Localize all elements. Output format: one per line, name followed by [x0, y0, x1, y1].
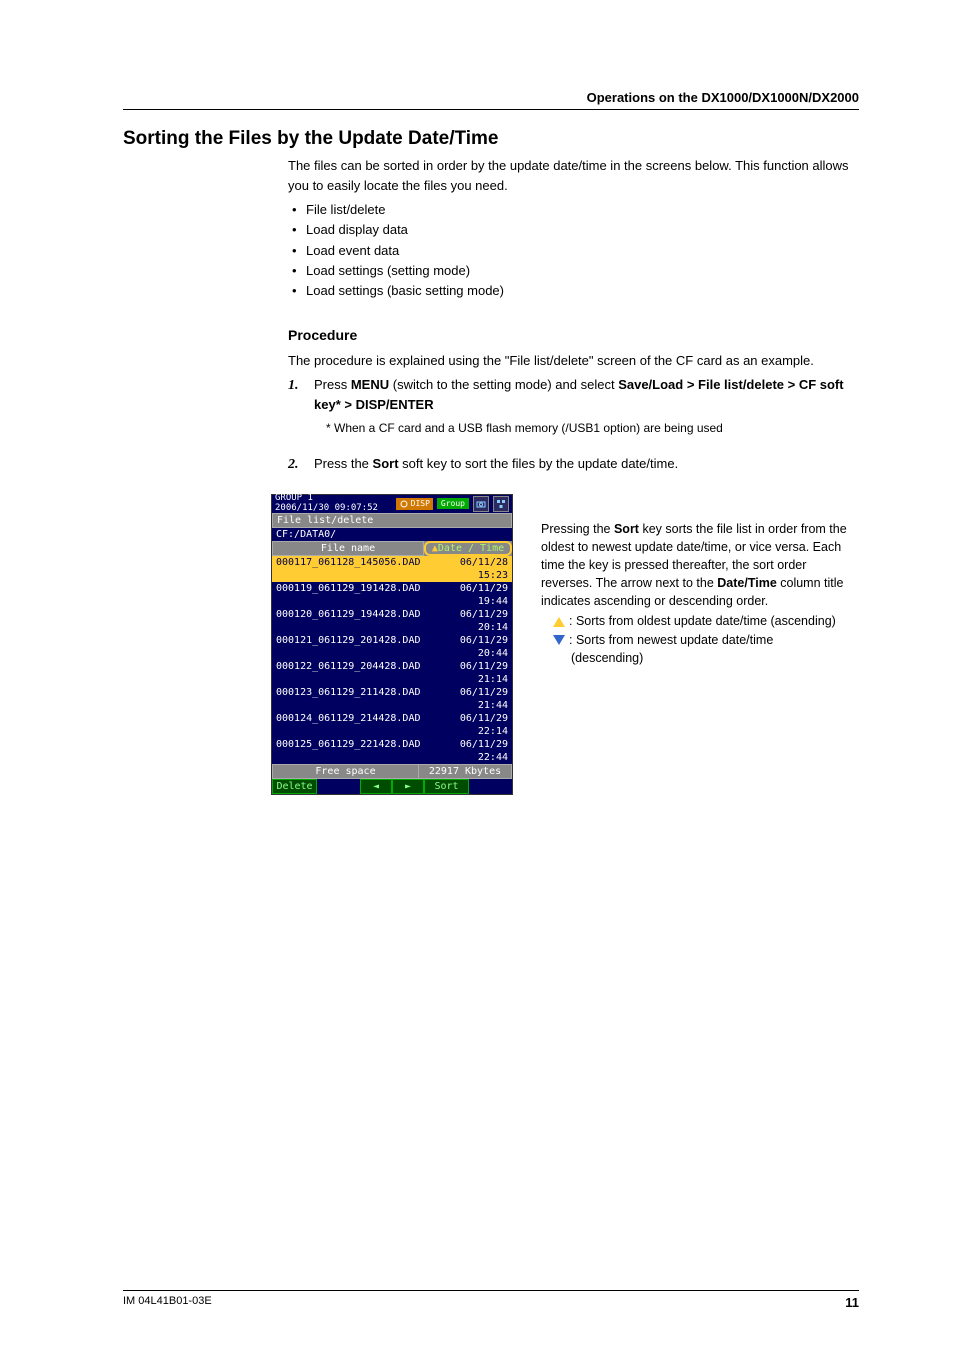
- device-softkeys: Delete ◄ ► Sort: [272, 779, 512, 794]
- device-titlebar: GROUP 1 2006/11/30 09:07:52 DISP Group: [272, 495, 512, 513]
- explanation-text: Pressing the Sort key sorts the file lis…: [541, 494, 859, 667]
- device-table: 000117_061128_145056.DAD06/11/28 15:23 0…: [272, 556, 512, 764]
- bullet-item: Load settings (basic setting mode): [306, 281, 859, 301]
- step-number: 2.: [288, 454, 299, 476]
- camera-icon[interactable]: [473, 496, 489, 512]
- footer-doc-id: IM 04L41B01-03E: [123, 1295, 212, 1310]
- device-path: CF:/DATA0/: [272, 528, 512, 541]
- device-screenshot: GROUP 1 2006/11/30 09:07:52 DISP Group F…: [271, 494, 513, 795]
- disp-tag[interactable]: DISP: [396, 498, 433, 510]
- network-icon[interactable]: [493, 496, 509, 512]
- softkey-left[interactable]: ◄: [360, 779, 392, 794]
- step-2: 2. Press the Sort soft key to sort the f…: [288, 454, 859, 474]
- procedure-intro: The procedure is explained using the "Fi…: [288, 351, 859, 371]
- spiral-icon: [399, 499, 409, 509]
- triangle-down-icon: [553, 635, 565, 645]
- device-screen-title: File list/delete: [272, 513, 512, 528]
- device-datetime: 2006/11/30 09:07:52: [275, 503, 378, 513]
- table-row[interactable]: 000121_061129_201428.DAD06/11/29 20:44: [272, 634, 512, 660]
- step-1: 1. Press MENU (switch to the setting mod…: [288, 375, 859, 438]
- table-row[interactable]: 000124_061129_214428.DAD06/11/29 22:14: [272, 712, 512, 738]
- section-heading: Sorting the Files by the Update Date/Tim…: [123, 128, 859, 150]
- col-filename[interactable]: File name: [272, 541, 424, 556]
- softkey-delete[interactable]: Delete: [272, 779, 317, 794]
- device-group-label: GROUP 1: [275, 494, 378, 503]
- table-row[interactable]: 000123_061129_211428.DAD06/11/29 21:44: [272, 686, 512, 712]
- table-row[interactable]: 000117_061128_145056.DAD06/11/28 15:23: [272, 556, 512, 582]
- step-footnote: * When a CF card and a USB flash memory …: [326, 419, 859, 438]
- table-row[interactable]: 000120_061129_194428.DAD06/11/29 20:14: [272, 608, 512, 634]
- table-row[interactable]: 000119_061129_191428.DAD06/11/29 19:44: [272, 582, 512, 608]
- group-tag[interactable]: Group: [437, 498, 469, 509]
- step-number: 1.: [288, 375, 299, 397]
- softkey-sort[interactable]: Sort: [424, 779, 469, 794]
- col-datetime[interactable]: ▲Date / Time: [424, 541, 512, 556]
- softkey-blank: [317, 779, 360, 794]
- step-text: Press MENU (switch to the setting mode) …: [314, 377, 844, 412]
- bullet-item: Load event data: [306, 241, 859, 261]
- triangle-up-icon: [553, 617, 565, 627]
- bullet-item: File list/delete: [306, 200, 859, 220]
- procedure-heading: Procedure: [288, 325, 859, 347]
- intro-text: The files can be sorted in order by the …: [288, 156, 859, 196]
- table-row[interactable]: 000122_061129_204428.DAD06/11/29 21:14: [272, 660, 512, 686]
- device-free-space: Free space 22917 Kbytes: [272, 764, 512, 779]
- bullet-item: Load display data: [306, 220, 859, 240]
- table-row[interactable]: 000125_061129_221428.DAD06/11/29 22:44: [272, 738, 512, 764]
- softkey-blank: [469, 779, 512, 794]
- softkey-right[interactable]: ►: [392, 779, 424, 794]
- step-text: Press the Sort soft key to sort the file…: [314, 456, 678, 471]
- bullet-item: Load settings (setting mode): [306, 261, 859, 281]
- page-header: Operations on the DX1000/DX1000N/DX2000: [123, 90, 859, 110]
- footer-page-number: 11: [845, 1295, 859, 1310]
- bullet-list: File list/delete Load display data Load …: [288, 200, 859, 301]
